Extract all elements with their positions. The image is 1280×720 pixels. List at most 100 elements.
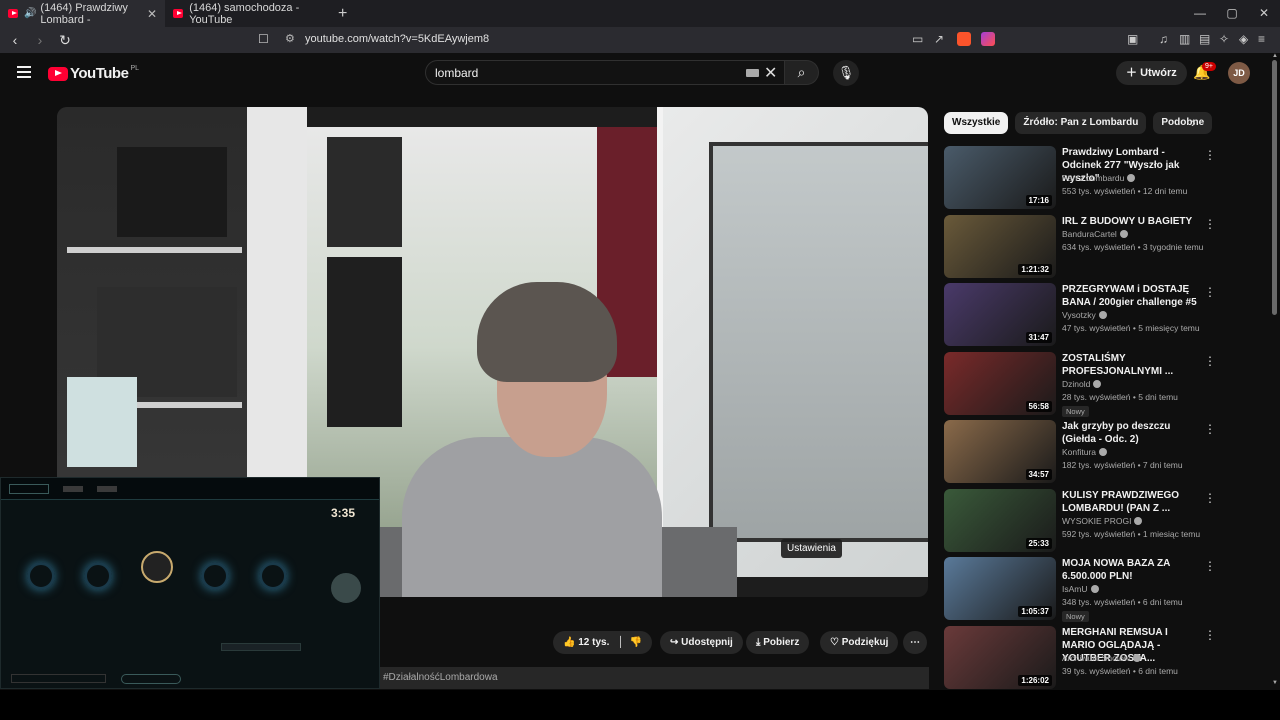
bookmark-icon[interactable]: ☐	[258, 32, 269, 46]
clear-search-icon[interactable]: ✕	[764, 63, 777, 83]
share-icon[interactable]: ↗	[934, 32, 944, 46]
menu-icon[interactable]: ≡	[1258, 32, 1265, 46]
video-duration: 17:16	[1025, 195, 1052, 206]
position-select[interactable]	[221, 643, 301, 651]
video-title[interactable]: KULISY PRAWDZIWEGO LOMBARDU! (PAN Z ...	[1062, 489, 1202, 515]
video-thumbnail[interactable]: 1:21:32	[944, 214, 1056, 278]
maximize-icon[interactable]: ▢	[1216, 0, 1248, 27]
channel-name-row[interactable]: Konfitura	[1062, 447, 1108, 457]
scroll-down-icon[interactable]: ▼	[1272, 680, 1278, 686]
related-chips: Wszystkie Źródło: Pan z Lombardu Podobne	[944, 112, 1213, 134]
wallet-icon[interactable]: ▤	[1199, 32, 1210, 46]
minimize-icon[interactable]: —	[1184, 0, 1216, 27]
video-title[interactable]: ZOSTALIŚMY PROFESJONALNYMI ...	[1062, 352, 1202, 378]
summoner-slot-icon	[201, 562, 229, 590]
more-options-icon[interactable]: ⋮	[1204, 285, 1216, 299]
recommendation-item[interactable]: 1:26:02 MERGHANI REMSUA I MARIO OGLĄDAJĄ…	[944, 625, 1274, 690]
video-title[interactable]: PRZEGRYWAM i DOSTAJĘ BANA / 200gier chal…	[1062, 283, 1202, 309]
channel-name-row[interactable]: Dzinold	[1062, 379, 1102, 389]
thanks-label: Podziękuj	[841, 637, 889, 648]
bottom-bar	[0, 690, 1280, 720]
channel-name-row[interactable]: BanduraCartel	[1062, 229, 1128, 239]
channel-name-row[interactable]: IsAmU	[1062, 584, 1099, 594]
music-icon[interactable]: ♫	[1159, 32, 1168, 46]
brave-rewards-icon[interactable]	[981, 32, 995, 46]
description-hashtags[interactable]: #DziałalnośćLombardowa	[380, 667, 929, 689]
avatar[interactable]: JD	[1228, 62, 1250, 84]
recommendation-item[interactable]: 1:05:37 MOJA NOWA BAZA ZA 6.500.000 PLN!…	[944, 557, 1274, 622]
channel-name-row[interactable]: Vysotzky	[1062, 310, 1107, 320]
dislike-button[interactable]: 👎	[630, 637, 642, 648]
video-thumbnail[interactable]: 56:58	[944, 351, 1056, 415]
scrollbar[interactable]	[1272, 60, 1277, 315]
country-code: PL	[130, 65, 139, 72]
close-tab-icon[interactable]: ✕	[147, 7, 157, 21]
brave-shield-icon[interactable]	[957, 32, 971, 46]
more-options-icon[interactable]: ⋮	[1204, 559, 1216, 573]
url-field[interactable]: youtube.com/watch?v=5KdEAywjem8	[305, 33, 489, 45]
screenshot-icon[interactable]: ▣	[1127, 32, 1138, 46]
youtube-logo[interactable]: YouTube PL	[48, 65, 139, 82]
video-meta: 47 tys. wyświetleń • 5 miesięcy temu	[1062, 323, 1200, 333]
speaker-icon[interactable]: 🔊	[24, 8, 36, 19]
search-button[interactable]: ⌕	[785, 60, 819, 85]
vpn-icon[interactable]: ◈	[1239, 32, 1248, 46]
share-button[interactable]: ↪ Udostępnij	[660, 631, 743, 654]
new-tab-button[interactable]: +	[338, 5, 347, 23]
close-window-icon[interactable]: ✕	[1248, 0, 1280, 27]
chip-related[interactable]: Podobne	[1153, 112, 1213, 134]
video-duration: 1:26:02	[1018, 674, 1052, 686]
tab-active[interactable]: 🔊 (1464) Prawdziwy Lombard - ✕	[0, 0, 165, 27]
recommendation-item[interactable]: 31:47 PRZEGRYWAM i DOSTAJĘ BANA / 200gie…	[944, 283, 1274, 347]
tab-inactive[interactable]: (1464) samochodoza - YouTube	[165, 0, 330, 27]
game-chat-input[interactable]	[11, 674, 106, 683]
hamburger-menu-icon[interactable]	[17, 66, 31, 81]
chip-source[interactable]: Źródło: Pan z Lombardu	[1015, 112, 1147, 134]
video-title[interactable]: Jak grzyby po deszczu (Giełda - Odc. 2)	[1062, 420, 1202, 446]
recommendation-item[interactable]: 1:21:32 IRL Z BUDOWY U BAGIETY BanduraCa…	[944, 214, 1274, 279]
create-button[interactable]: ＋ Utwórz	[1116, 61, 1187, 85]
video-thumbnail[interactable]: 17:16	[944, 146, 1056, 209]
leo-icon[interactable]: ✧	[1219, 32, 1229, 46]
settings-tooltip: Ustawienia	[781, 539, 842, 558]
voice-search-button[interactable]: 🎙	[833, 60, 859, 86]
video-title[interactable]: MOJA NOWA BAZA ZA 6.500.000 PLN!	[1062, 557, 1202, 583]
forward-icon[interactable]: ›	[30, 32, 50, 48]
reload-icon[interactable]: ↻	[55, 32, 75, 49]
recommendation-item[interactable]: 25:33 KULISY PRAWDZIWEGO LOMBARDU! (PAN …	[944, 488, 1274, 553]
keyboard-icon[interactable]	[746, 69, 759, 77]
game-button[interactable]	[121, 674, 181, 684]
video-thumbnail[interactable]: 25:33	[944, 488, 1056, 552]
more-options-icon[interactable]: ⋮	[1204, 491, 1216, 505]
scroll-up-icon[interactable]: ▲	[1272, 53, 1278, 59]
channel-name-row[interactable]: Pan z Lombardu	[1062, 173, 1136, 183]
video-thumbnail[interactable]: 1:26:02	[944, 625, 1056, 689]
video-title[interactable]: IRL Z BUDOWY U BAGIETY	[1062, 215, 1202, 228]
cast-icon[interactable]: ▭	[912, 32, 923, 46]
video-thumbnail[interactable]: 1:05:37	[944, 557, 1056, 620]
recommendation-item[interactable]: 56:58 ZOSTALIŚMY PROFESJONALNYMI ... Dzi…	[944, 351, 1274, 417]
sidebar-icon[interactable]: ▥	[1179, 32, 1190, 46]
more-options-icon[interactable]: ⋮	[1204, 354, 1216, 368]
channel-name-row[interactable]: Archiwum Shotów	[1062, 653, 1142, 663]
video-thumbnail[interactable]: 31:47	[944, 283, 1056, 346]
video-thumbnail[interactable]: 34:57	[944, 420, 1056, 483]
search-input[interactable]	[435, 66, 715, 80]
back-icon[interactable]: ‹	[5, 32, 25, 48]
more-options-icon[interactable]: ⋮	[1204, 628, 1216, 642]
channel-name-row[interactable]: WYSOKIE PROGI	[1062, 516, 1143, 526]
more-options-icon[interactable]: ⋮	[1204, 148, 1216, 162]
chip-all[interactable]: Wszystkie	[944, 112, 1009, 134]
recommendation-item[interactable]: 34:57 Jak grzyby po deszczu (Giełda - Od…	[944, 420, 1274, 484]
more-options-icon[interactable]: ⋮	[1204, 422, 1216, 436]
thanks-button[interactable]: ♡ Podziękuj	[820, 631, 899, 654]
more-actions-button[interactable]: ⋯	[903, 631, 927, 654]
download-button[interactable]: ⤓ Pobierz	[746, 631, 810, 654]
video-duration: 1:21:32	[1018, 263, 1052, 275]
youtube-favicon-icon	[173, 9, 184, 18]
chips-next-icon[interactable]: ›	[1191, 114, 1196, 130]
recommendation-item[interactable]: 17:16 Prawdziwy Lombard - Odcinek 277 "W…	[944, 146, 1274, 210]
like-button[interactable]: 👍 12 tys.	[563, 637, 609, 648]
more-options-icon[interactable]: ⋮	[1204, 217, 1216, 231]
site-info-icon[interactable]: ⚙	[285, 32, 295, 45]
